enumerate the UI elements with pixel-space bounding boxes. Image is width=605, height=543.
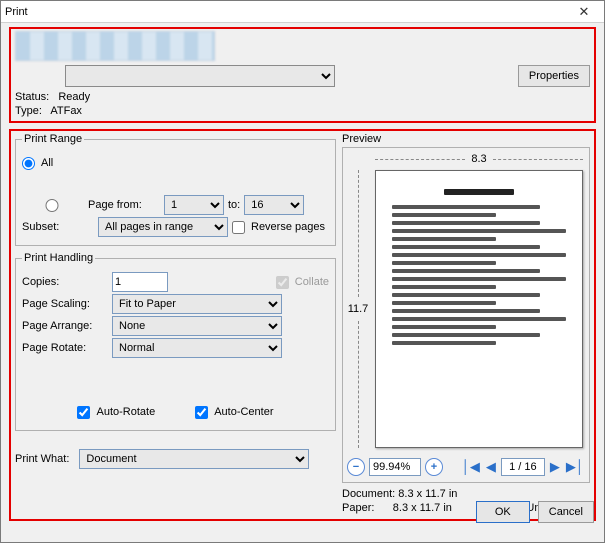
page-thumbnail xyxy=(375,170,583,448)
rotate-label: Page Rotate: xyxy=(22,342,108,354)
printer-type-value: ATFax xyxy=(50,105,82,117)
printer-status-label: Status: xyxy=(15,91,49,103)
preview-box: 8.3 11.7 xyxy=(342,147,590,483)
reverse-pages-checkbox[interactable] xyxy=(232,221,245,234)
copies-input[interactable] xyxy=(112,272,168,292)
print-what-label: Print What: xyxy=(15,453,69,465)
collate-option: Collate xyxy=(276,276,329,289)
print-what-select[interactable]: Document xyxy=(79,449,309,469)
range-all-option[interactable]: All xyxy=(22,157,53,170)
scaling-select[interactable]: Fit to Paper xyxy=(112,294,282,314)
page-indicator[interactable]: 1 / 16 xyxy=(501,458,545,476)
zoom-out-icon[interactable]: − xyxy=(347,458,365,476)
print-dialog: Print ✕ Properties Status: Ready Type: A… xyxy=(0,0,605,543)
preview-height: 11.7 xyxy=(348,303,369,315)
copies-label: Copies: xyxy=(22,276,108,288)
page-to-label: to: xyxy=(228,199,240,211)
preview-legend: Preview xyxy=(342,133,590,145)
ok-button[interactable]: OK xyxy=(476,501,530,523)
nav-prev-icon[interactable]: ◀ xyxy=(485,459,497,475)
auto-center-checkbox[interactable] xyxy=(195,406,208,419)
nav-next-icon[interactable]: ▶ xyxy=(549,459,561,475)
range-pagefrom-radio[interactable] xyxy=(22,199,82,212)
subset-label: Subset: xyxy=(22,221,94,233)
collate-checkbox xyxy=(276,276,289,289)
auto-center-label: Auto-Center xyxy=(214,406,273,418)
ruler-horizontal: 8.3 xyxy=(375,152,583,166)
preview-width: 8.3 xyxy=(471,153,486,165)
doc-size-label: Document: xyxy=(342,488,395,500)
page-from-select[interactable]: 1 xyxy=(164,195,224,215)
page-to-select[interactable]: 16 xyxy=(244,195,304,215)
printer-status-value: Ready xyxy=(58,91,90,103)
paper-size-value: 8.3 x 11.7 in xyxy=(393,502,452,514)
cancel-button[interactable]: Cancel xyxy=(538,501,594,523)
zoom-bar: − 99.94% + │◀ ◀ 1 / 16 ▶ ▶│ xyxy=(347,456,585,478)
auto-center-option[interactable]: Auto-Center xyxy=(195,406,273,419)
arrange-select[interactable]: None xyxy=(112,316,282,336)
print-handling-group: Print Handling Copies: Collate Page Scal… xyxy=(15,252,336,431)
reverse-pages-label: Reverse pages xyxy=(251,221,325,233)
printer-name-obscured xyxy=(15,31,215,61)
auto-rotate-label: Auto-Rotate xyxy=(96,406,155,418)
window-title: Print xyxy=(5,6,28,18)
close-icon[interactable]: ✕ xyxy=(568,4,600,20)
properties-button[interactable]: Properties xyxy=(518,65,590,87)
auto-rotate-checkbox[interactable] xyxy=(77,406,90,419)
arrange-label: Page Arrange: xyxy=(22,320,108,332)
scaling-label: Page Scaling: xyxy=(22,298,108,310)
range-pagefrom-option[interactable]: Page from: xyxy=(22,199,160,212)
main-section: Print Range All Page from: xyxy=(9,129,596,521)
nav-first-icon[interactable]: │◀ xyxy=(461,459,481,475)
ruler-vertical: 11.7 xyxy=(345,170,371,448)
reverse-pages-option[interactable]: Reverse pages xyxy=(232,221,325,234)
printer-type-label: Type: xyxy=(15,105,42,117)
nav-last-icon[interactable]: ▶│ xyxy=(565,459,585,475)
collate-label: Collate xyxy=(295,276,329,288)
page-from-label: Page from: xyxy=(88,199,160,211)
printer-section: Properties Status: Ready Type: ATFax xyxy=(9,27,596,123)
auto-rotate-option[interactable]: Auto-Rotate xyxy=(77,406,155,419)
print-range-group: Print Range All Page from: xyxy=(15,133,336,246)
doc-size-value: 8.3 x 11.7 in xyxy=(398,488,457,500)
range-all-radio[interactable] xyxy=(22,157,35,170)
printer-select[interactable] xyxy=(65,65,335,87)
range-all-label: All xyxy=(41,157,53,169)
rotate-select[interactable]: Normal xyxy=(112,338,282,358)
titlebar: Print ✕ xyxy=(1,1,604,23)
print-handling-legend: Print Handling xyxy=(22,252,95,264)
subset-select[interactable]: All pages in range xyxy=(98,217,228,237)
zoom-value[interactable]: 99.94% xyxy=(369,458,421,476)
zoom-in-icon[interactable]: + xyxy=(425,458,443,476)
print-range-legend: Print Range xyxy=(22,133,84,145)
paper-size-label: Paper: xyxy=(342,502,374,514)
printer-name-label xyxy=(15,70,55,82)
